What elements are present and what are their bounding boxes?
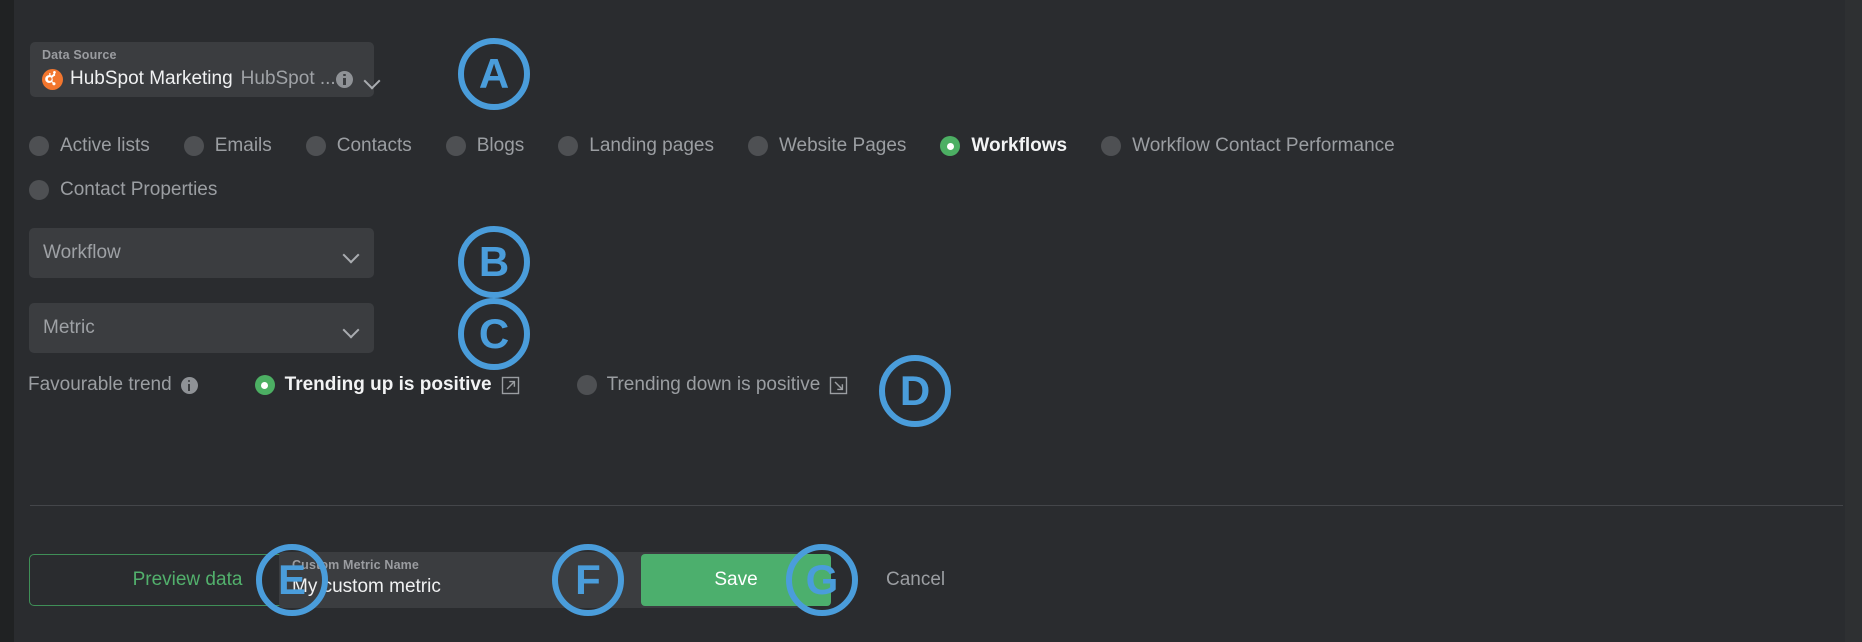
radio-icon: [305, 136, 326, 156]
object-option-label: Contact Properties: [60, 179, 218, 200]
chevron-down-icon[interactable]: [363, 70, 381, 88]
object-option-contact-properties[interactable]: Contact Properties: [29, 168, 217, 212]
data-source-icons: [335, 70, 383, 88]
radio-icon: [445, 136, 466, 156]
data-source-value-row: HubSpot Marketing HubSpot ...: [42, 65, 364, 93]
radio-icon: [558, 136, 579, 156]
radio-icon: [183, 136, 204, 156]
workflow-select[interactable]: Workflow: [29, 228, 374, 278]
object-option-label: Contacts: [336, 135, 412, 156]
data-source-field-label: Data Source: [42, 48, 117, 62]
radio-icon: [747, 136, 768, 156]
info-icon[interactable]: [335, 70, 353, 88]
object-option-label: Workflow Contact Performance: [1132, 135, 1395, 156]
workflow-select-placeholder: Workflow: [43, 242, 121, 263]
radio-selected-icon: [254, 375, 275, 395]
metric-select-placeholder: Metric: [43, 317, 95, 338]
save-button[interactable]: Save: [641, 554, 831, 606]
object-option-blogs[interactable]: Blogs: [445, 124, 525, 168]
trend-option-label: Trending down is positive: [606, 374, 821, 395]
cancel-button[interactable]: Cancel: [886, 554, 945, 606]
object-option-landing-pages[interactable]: Landing pages: [558, 124, 714, 168]
trend-option-down-positive[interactable]: Trending down is positive: [576, 374, 849, 396]
object-option-workflows[interactable]: Workflows: [940, 124, 1067, 168]
object-option-label: Blogs: [476, 135, 525, 156]
radio-icon: [576, 375, 597, 395]
section-divider: [30, 505, 1843, 506]
object-type-radio-group: Active lists Emails Contacts Blogs Landi…: [29, 124, 1729, 212]
data-source-subtitle: HubSpot ...: [240, 68, 336, 89]
object-option-workflow-contact-performance[interactable]: Workflow Contact Performance: [1101, 124, 1395, 168]
radio-icon: [29, 180, 49, 200]
object-option-emails[interactable]: Emails: [183, 124, 272, 168]
object-type-row-1: Active lists Emails Contacts Blogs Landi…: [29, 124, 1729, 168]
metric-select[interactable]: Metric: [29, 303, 374, 353]
object-option-label: Website Pages: [778, 135, 907, 156]
radio-icon: [29, 136, 49, 156]
object-option-contacts[interactable]: Contacts: [305, 124, 412, 168]
arrow-up-right-box-icon: [501, 376, 520, 395]
object-option-label: Active lists: [60, 135, 150, 156]
info-icon[interactable]: [180, 376, 198, 394]
object-option-active-lists[interactable]: Active lists: [29, 124, 150, 168]
radio-selected-icon: [940, 136, 961, 156]
radio-icon: [1101, 136, 1122, 156]
data-source-name: HubSpot Marketing: [70, 68, 233, 89]
object-option-label: Landing pages: [589, 135, 714, 156]
favourable-trend-row: Favourable trend Trending up is positive…: [28, 368, 848, 402]
trend-option-label: Trending up is positive: [284, 374, 492, 395]
data-source-selector[interactable]: Data Source HubSpot Marketing HubSpot ..…: [30, 42, 374, 97]
object-option-website-pages[interactable]: Website Pages: [747, 124, 907, 168]
favourable-trend-label: Favourable trend: [28, 374, 172, 395]
arrow-down-right-box-icon: [829, 376, 848, 395]
object-option-label: Workflows: [971, 135, 1068, 156]
object-type-row-2: Contact Properties: [29, 168, 1729, 212]
chevron-down-icon: [342, 244, 360, 262]
trend-option-up-positive[interactable]: Trending up is positive: [254, 374, 520, 396]
object-option-label: Emails: [214, 135, 272, 156]
chevron-down-icon: [342, 319, 360, 337]
panel-right-edge: [1845, 0, 1862, 642]
custom-metric-editor: Data Source HubSpot Marketing HubSpot ..…: [0, 0, 1862, 642]
hubspot-logo-icon: [42, 68, 63, 90]
